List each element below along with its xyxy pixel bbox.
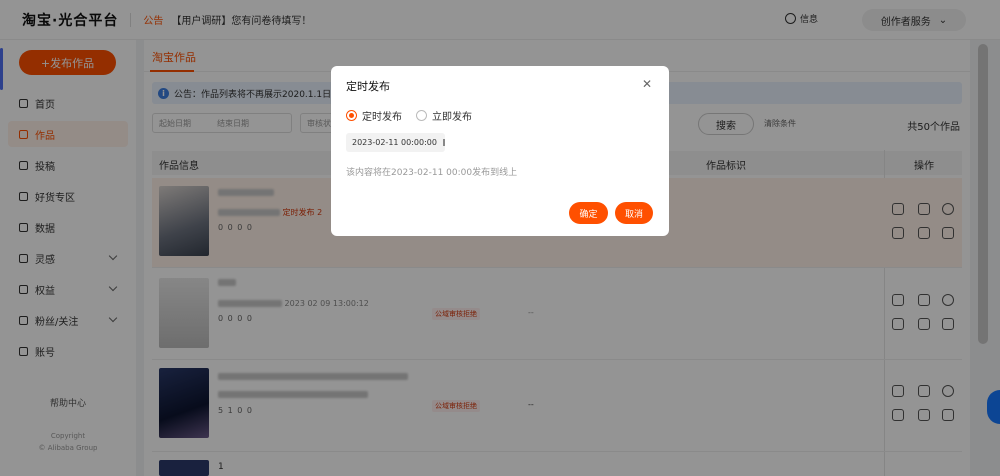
publish-mode-group: 定时发布 立即发布 — [346, 108, 486, 123]
cancel-button[interactable]: 取消 — [615, 202, 653, 224]
schedule-hint: 该内容将在2023-02-11 00:00发布到线上 — [346, 168, 518, 178]
confirm-button[interactable]: 确定 — [569, 202, 608, 224]
radio-immediate[interactable] — [416, 110, 427, 121]
radio-scheduled-label[interactable]: 定时发布 — [362, 108, 402, 123]
datetime-picker[interactable]: 2023-02-11 00:00:00 — [346, 133, 445, 152]
schedule-publish-dialog: 定时发布 ✕ 定时发布 立即发布 2023-02-11 00:00:00 该内容… — [331, 66, 669, 236]
dialog-title: 定时发布 — [346, 80, 390, 93]
datetime-value: 2023-02-11 00:00:00 — [352, 138, 437, 147]
radio-immediate-label[interactable]: 立即发布 — [432, 108, 472, 123]
close-icon[interactable]: ✕ — [642, 77, 652, 91]
radio-scheduled[interactable] — [346, 110, 357, 121]
calendar-icon — [442, 139, 445, 146]
